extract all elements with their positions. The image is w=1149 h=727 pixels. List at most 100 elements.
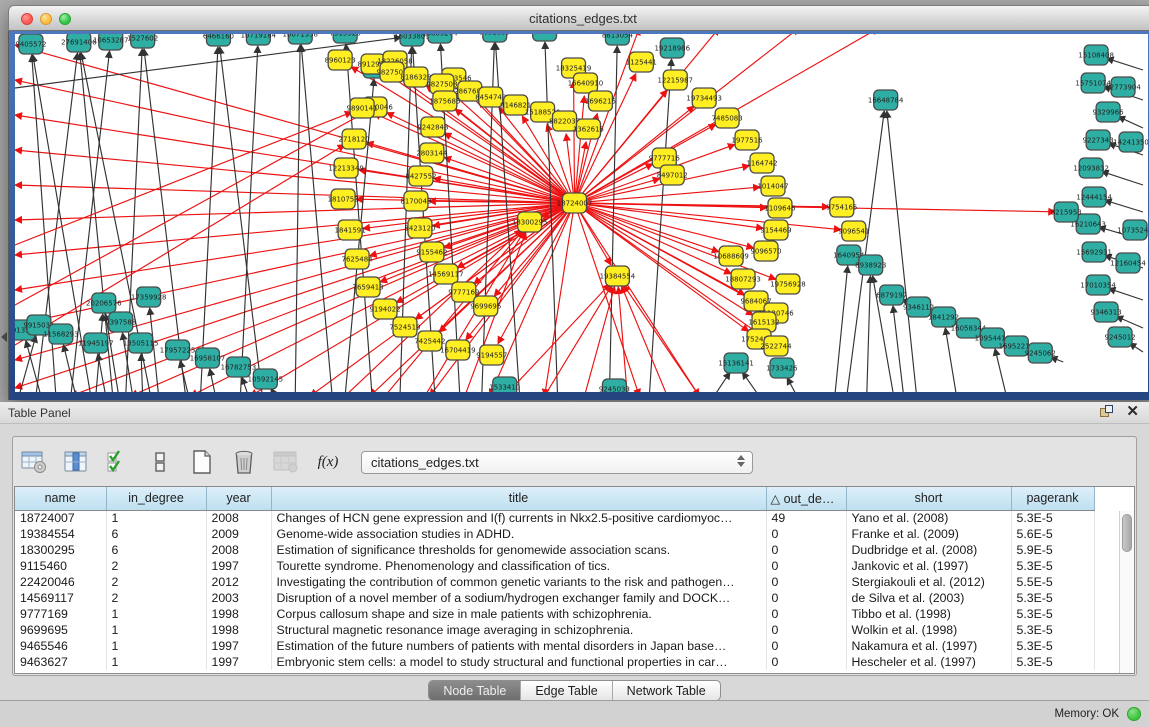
table-cell[interactable]: 9699695 <box>15 622 106 638</box>
graph-node[interactable]: 1527602 <box>127 34 158 48</box>
table-selector-combobox[interactable]: citations_edges.txt <box>361 451 753 474</box>
graph-node[interactable]: 8170043 <box>400 191 431 211</box>
graph-node[interactable]: 8423120 <box>404 218 435 238</box>
show-columns-icon[interactable] <box>61 447 91 477</box>
table-cell[interactable]: 1998 <box>206 606 271 622</box>
table-cell[interactable]: 9465546 <box>15 638 106 654</box>
table-row[interactable]: 1830029562008Estimation of significance … <box>15 542 1094 558</box>
close-panel-icon[interactable]: ✕ <box>1126 405 1139 419</box>
table-row[interactable]: 2242004622012Investigating the contribut… <box>15 574 1094 590</box>
graph-node[interactable]: 9194022 <box>369 299 400 319</box>
graph-node[interactable]: 9242848 <box>417 117 448 137</box>
table-cell[interactable]: 0 <box>766 622 846 638</box>
table-vertical-scrollbar[interactable] <box>1119 511 1134 673</box>
table-cell[interactable]: 2003 <box>206 590 271 606</box>
function-builder-icon[interactable]: f(x) <box>313 447 343 477</box>
table-cell[interactable]: Nakamura et al. (1997) <box>846 638 1011 654</box>
table-cell[interactable]: Tibbo et al. (1998) <box>846 606 1011 622</box>
graph-node[interactable]: 19218986 <box>655 38 691 58</box>
float-panel-icon[interactable] <box>1100 405 1114 419</box>
graph-node[interactable]: 12213349 <box>328 158 364 178</box>
table-cell[interactable]: 18300295 <box>15 542 106 558</box>
graph-node[interactable]: 2718120 <box>339 129 370 149</box>
table-cell[interactable]: 1 <box>106 654 206 670</box>
graph-node[interactable]: 7625484 <box>342 249 374 269</box>
graph-node[interactable]: 1125441 <box>626 52 657 72</box>
graph-node[interactable]: 17010354 <box>1080 275 1116 295</box>
graph-node[interactable]: 8938923 <box>855 255 886 275</box>
column-header-in_degree[interactable]: in_degree <box>106 487 206 510</box>
table-cell[interactable]: Genome-wide association studies in ADHD. <box>271 526 766 542</box>
graph-node[interactable]: 1696215 <box>585 91 616 111</box>
table-row[interactable]: 1938455462009Genome-wide association stu… <box>15 526 1094 542</box>
graph-node[interactable]: 16809274 <box>422 34 458 43</box>
table-cell[interactable]: 2012 <box>206 574 271 590</box>
table-cell[interactable]: 2008 <box>206 510 271 526</box>
table-cell[interactable]: 9777169 <box>15 606 106 622</box>
table-cell[interactable]: Yano et al. (2008) <box>846 510 1011 526</box>
graph-node[interactable]: 9397588 <box>105 312 136 332</box>
table-cell[interactable]: Structural magnetic resonance image aver… <box>271 622 766 638</box>
table-cell[interactable]: 1 <box>106 510 206 526</box>
column-header-short[interactable]: short <box>846 487 1011 510</box>
column-header-title[interactable]: title <box>271 487 766 510</box>
table-row[interactable]: 946362711997Embryonic stem cells: a mode… <box>15 654 1094 670</box>
graph-node[interactable]: 1733426 <box>766 358 797 378</box>
column-header-name[interactable]: name <box>15 487 106 510</box>
table-cell[interactable]: 0 <box>766 638 846 654</box>
table-cell[interactable]: 2009 <box>206 526 271 542</box>
graph-node[interactable]: 1875685 <box>429 91 460 111</box>
table-cell[interactable]: 5.6E-5 <box>1011 526 1094 542</box>
table-row[interactable]: 969969511998Structural magnetic resonanc… <box>15 622 1094 638</box>
table-cell[interactable]: 0 <box>766 654 846 670</box>
table-cell[interactable]: Investigating the contribution of common… <box>271 574 766 590</box>
graph-node[interactable]: 1362615 <box>573 119 604 139</box>
graph-node[interactable]: 7524519 <box>389 317 420 337</box>
scrollbar-thumb[interactable] <box>1122 514 1132 552</box>
graph-node[interactable]: 10735243 <box>1117 220 1148 240</box>
table-cell[interactable]: 5.3E-5 <box>1011 622 1094 638</box>
graph-node[interactable]: 7485083 <box>712 108 743 128</box>
graph-node[interactable]: 9692895 <box>479 34 510 42</box>
graph-node[interactable]: 9890141 <box>347 98 378 118</box>
graph-node[interactable]: 16875213 <box>527 34 563 41</box>
graph-node[interactable]: 1810753 <box>328 189 359 209</box>
graph-node[interactable]: 6466160 <box>203 34 234 46</box>
column-header-pagerank[interactable]: pagerank <box>1011 487 1094 510</box>
graph-node[interactable]: 10719184 <box>241 34 277 45</box>
table-cell[interactable]: Embryonic stem cells: a model to study s… <box>271 654 766 670</box>
graph-node[interactable]: 9245062 <box>1025 343 1056 363</box>
table-cell[interactable]: 5.3E-5 <box>1011 590 1094 606</box>
graph-node[interactable]: 10688609 <box>713 246 749 266</box>
graph-node[interactable]: 8813054 <box>602 34 634 45</box>
table-cell[interactable]: de Silva et al. (2003) <box>846 590 1011 606</box>
table-row[interactable]: 977716911998Corpus callosum shape and si… <box>15 606 1094 622</box>
table-cell[interactable]: 1997 <box>206 638 271 654</box>
table-cell[interactable]: 2008 <box>206 542 271 558</box>
network-canvas[interactable]: 9405572276914061065328715276026466160107… <box>15 34 1148 392</box>
table-cell[interactable]: Estimation of significance thresholds fo… <box>271 542 766 558</box>
citation-network-graph[interactable]: 9405572276914061065328715276026466160107… <box>15 34 1148 392</box>
graph-node[interactable]: 1014047 <box>757 176 788 196</box>
graph-node[interactable]: 6879197 <box>876 285 907 305</box>
graph-node[interactable]: 9194557 <box>476 345 507 365</box>
table-cell[interactable]: Disruption of a novel member of a sodium… <box>271 590 766 606</box>
table-cell[interactable]: 18724007 <box>15 510 106 526</box>
table-cell[interactable]: Estimation of the future numbers of pati… <box>271 638 766 654</box>
table-cell[interactable]: 0 <box>766 574 846 590</box>
graph-node[interactable]: 10653287 <box>93 34 129 50</box>
graph-node[interactable]: 7515526 <box>330 34 361 43</box>
graph-node[interactable]: 27691406 <box>61 34 97 52</box>
graph-node[interactable]: 15692931 <box>1076 242 1112 262</box>
graph-node[interactable]: 1977516 <box>732 130 763 150</box>
graph-node[interactable]: 1533410 <box>489 377 520 392</box>
graph-node[interactable]: 12093832 <box>1073 158 1109 178</box>
graph-node[interactable]: 12160454 <box>1110 253 1146 273</box>
table-cell[interactable]: Wolkin et al. (1998) <box>846 622 1011 638</box>
table-cell[interactable]: 6 <box>106 542 206 558</box>
table-cell[interactable]: 2 <box>106 574 206 590</box>
graph-node[interactable]: 7659413 <box>353 277 384 297</box>
column-header-year[interactable]: year <box>206 487 271 510</box>
table-cell[interactable]: Corpus callosum shape and size in male p… <box>271 606 766 622</box>
table-cell[interactable]: Stergiakouli et al. (2012) <box>846 574 1011 590</box>
